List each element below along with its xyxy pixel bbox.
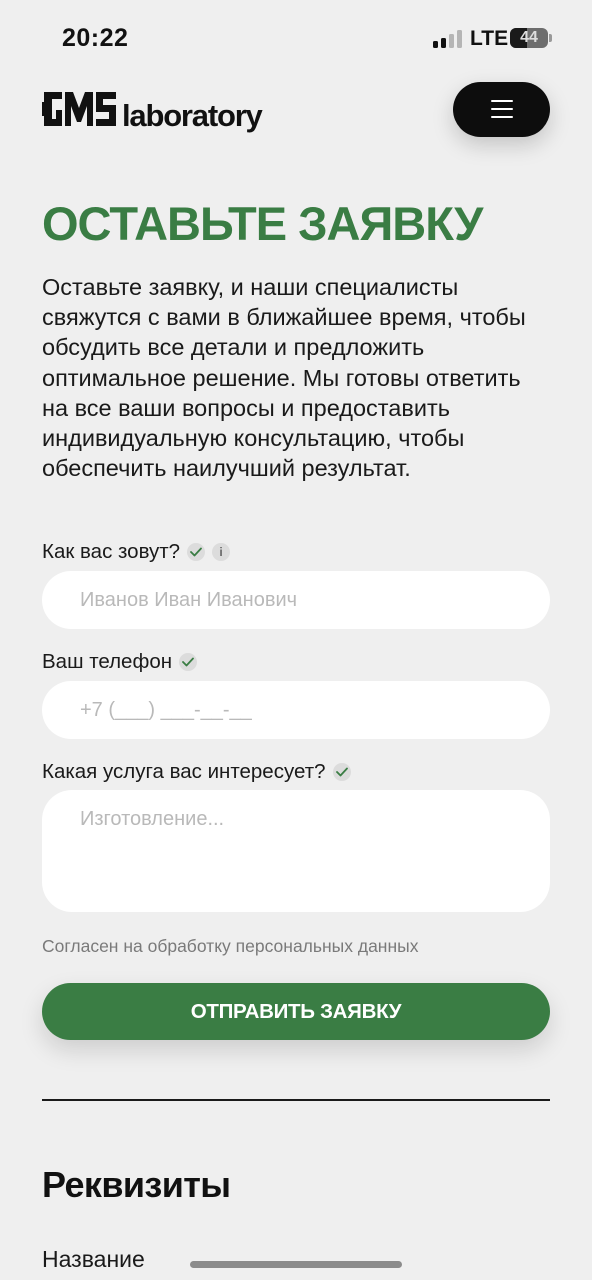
menu-button[interactable] (453, 82, 550, 137)
phone-label-text: Ваш телефон (42, 650, 173, 673)
requisite-name-label: Название (42, 1246, 145, 1272)
consent-link[interactable]: Согласен на обработку персональных данны… (42, 936, 418, 957)
battery-level: 44 (520, 29, 538, 46)
signal-icon (433, 30, 463, 48)
check-icon (332, 763, 351, 781)
service-label-text: Какая услуга вас интересует? (42, 760, 326, 783)
requisites-title: Реквизиты (42, 1164, 231, 1205)
check-icon (179, 653, 198, 671)
name-label: Как вас зовут? i (42, 540, 231, 564)
logo[interactable]: laboratory (42, 88, 272, 138)
divider (42, 1099, 550, 1101)
page: 20:22 LTE 44 laboratory ОСТАВЬТЕ ЗАЯВКУ … (0, 0, 592, 1280)
info-icon[interactable]: i (212, 543, 231, 561)
battery-nub (549, 34, 552, 42)
service-textarea[interactable] (42, 790, 550, 912)
status-bar: 20:22 LTE 44 (0, 0, 592, 76)
logo-wordmark: laboratory (122, 98, 263, 133)
status-time: 20:22 (62, 24, 129, 52)
home-indicator[interactable] (190, 1261, 402, 1268)
network-type: LTE (470, 27, 509, 50)
submit-button[interactable]: ОТПРАВИТЬ ЗАЯВКУ (42, 983, 550, 1040)
phone-input[interactable] (42, 681, 550, 739)
check-icon (187, 543, 206, 561)
hamburger-icon (491, 100, 513, 119)
intro-text: Оставьте заявку, и наши специалисты свяж… (42, 274, 526, 482)
logo-mark-icon (42, 92, 116, 126)
service-label: Какая услуга вас интересует? (42, 760, 351, 784)
battery-icon: 44 (510, 28, 548, 48)
name-label-text: Как вас зовут? (42, 540, 181, 563)
page-title: ОСТАВЬТЕ ЗАЯВКУ (42, 197, 483, 250)
phone-label: Ваш телефон (42, 650, 198, 674)
name-input[interactable] (42, 571, 550, 629)
